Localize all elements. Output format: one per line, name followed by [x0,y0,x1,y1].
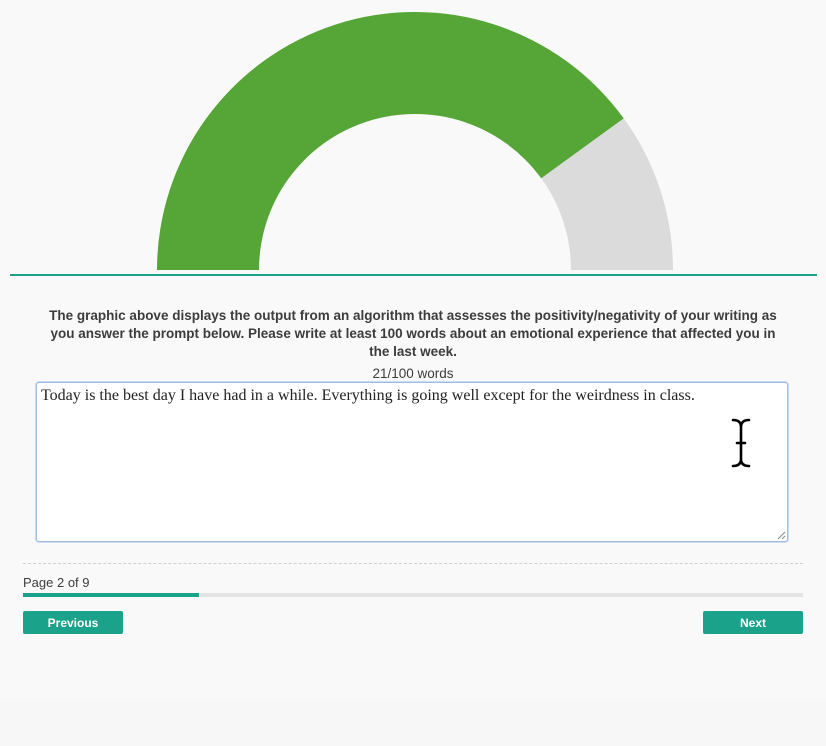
writing-prompt: The graphic above displays the output fr… [49,308,777,359]
gauge-filled-arc [157,12,624,271]
resize-handle-icon[interactable] [777,531,786,540]
page-indicator: Page 2 of 9 [23,575,90,590]
progress-bar-fill [23,593,200,597]
sentiment-gauge-svg [157,12,673,271]
word-counter: 21/100 words [372,366,454,381]
sentiment-gauge [150,0,680,272]
survey-page: The graphic above displays the output fr… [0,0,826,746]
previous-button[interactable]: Previous [23,611,123,634]
page-footer-area [0,700,826,746]
progress-bar [23,593,803,597]
text-cursor-icon [731,418,751,468]
section-divider [23,563,803,564]
gauge-baseline [10,274,817,276]
next-button[interactable]: Next [703,611,803,634]
answer-textarea[interactable] [36,382,788,542]
